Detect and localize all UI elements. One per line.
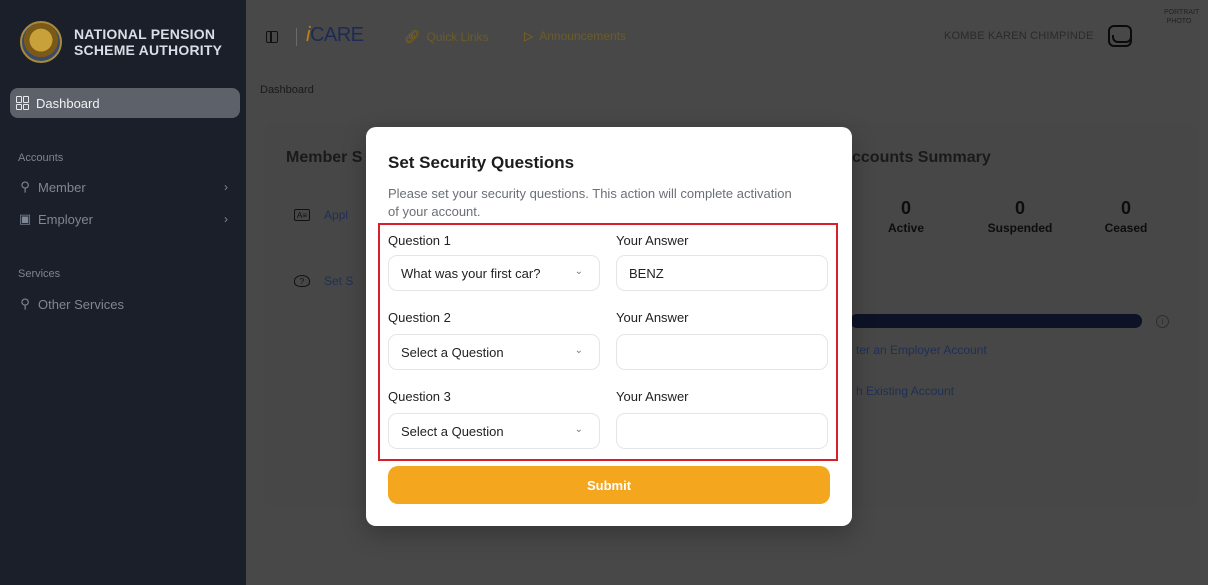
question-1-value: What was your first car?: [401, 265, 541, 281]
question-1-label: Question 1: [388, 233, 451, 248]
divider: [296, 28, 297, 46]
apply-service-item[interactable]: A≡ Appl: [294, 208, 348, 222]
question-2-label: Question 2: [388, 310, 451, 325]
id-card-icon: A≡: [294, 209, 310, 221]
register-employer-link[interactable]: ter an Employer Account: [856, 343, 987, 357]
sidebar-item-label: Employer: [38, 211, 93, 227]
sidebar-item-other-services[interactable]: ⚲ Other Services: [18, 294, 232, 314]
chevron-right-icon: ›: [224, 180, 228, 194]
submit-button[interactable]: Submit: [388, 466, 830, 504]
chevron-down-icon: ⌄: [574, 266, 583, 277]
sidebar-item-label: Other Services: [38, 296, 124, 312]
top-bar: iCARE 🔗︎ Quick Links ▷ Announcements KOM…: [246, 0, 1208, 76]
stat-active: 0 Active: [882, 198, 930, 235]
set-security-label: Set S: [324, 274, 354, 288]
apply-service-label: Appl: [324, 208, 349, 222]
stat-active-label: Active: [887, 221, 925, 235]
brand: NATIONAL PENSION SCHEME AUTHORITY: [10, 12, 236, 72]
brand-name: NATIONAL PENSION SCHEME AUTHORITY: [74, 26, 222, 58]
sidebar-item-label: Member: [38, 179, 86, 195]
answer-1-label: Your Answer: [616, 233, 689, 248]
avatar[interactable]: PORTRAIT PHOTO: [1164, 8, 1200, 26]
accounts-section-label: Accounts: [18, 152, 64, 164]
quick-links-link[interactable]: 🔗︎ Quick Links: [404, 29, 489, 45]
user-icon: ⚲: [20, 179, 30, 194]
npsa-logo: [20, 21, 62, 63]
services-section-label: Services: [18, 268, 61, 280]
chevron-down-icon: ⌄: [574, 345, 583, 356]
progress-bar: [850, 314, 1142, 328]
link-existing-account-link[interactable]: h Existing Account: [856, 384, 954, 398]
chevron-right-icon: ›: [224, 212, 228, 226]
quick-links-label: Quick Links: [426, 30, 489, 44]
answer-1-input[interactable]: BENZ: [616, 255, 828, 291]
app-logo: iCARE: [306, 24, 364, 47]
briefcase-icon: ▣: [18, 211, 32, 226]
sidebar-item-employer[interactable]: ▣ Employer ›: [18, 209, 232, 229]
modal-title: Set Security Questions: [388, 153, 575, 172]
answer-3-label: Your Answer: [616, 389, 689, 404]
stat-ceased-label: Ceased: [1104, 221, 1148, 235]
answer-2-input[interactable]: [616, 334, 828, 370]
info-icon[interactable]: i: [1156, 315, 1169, 328]
sidebar-toggle-icon[interactable]: [266, 31, 278, 43]
user-icon: ⚲: [20, 296, 30, 311]
member-services-title: Member S: [286, 149, 363, 166]
link-icon: 🔗︎: [404, 29, 421, 44]
megaphone-icon: ▷: [524, 29, 534, 43]
sidebar-item-member[interactable]: ⚲ Member ›: [18, 177, 232, 197]
stat-active-value: 0: [900, 198, 911, 218]
brand-line-2: SCHEME AUTHORITY: [74, 42, 223, 58]
announcements-label: Announcements: [539, 29, 626, 43]
inbox-icon[interactable]: [1108, 25, 1132, 47]
question-1-select[interactable]: What was your first car? ⌄: [388, 255, 600, 291]
accounts-summary-title: ccounts Summary: [852, 149, 991, 166]
stat-ceased: 0 Ceased: [1096, 198, 1156, 235]
question-2-select[interactable]: Select a Question ⌄: [388, 334, 600, 370]
avatar-placeholder-line-2: PHOTO: [1166, 18, 1192, 25]
modal-description: Please set your security questions. This…: [388, 186, 792, 219]
sidebar: NATIONAL PENSION SCHEME AUTHORITY Dashbo…: [0, 0, 246, 585]
sidebar-item-dashboard[interactable]: Dashboard: [10, 88, 240, 118]
question-3-label: Question 3: [388, 389, 451, 404]
app-logo-name: CARE: [309, 24, 364, 46]
user-name[interactable]: KOMBE KAREN CHIMPINDE: [944, 30, 1094, 42]
breadcrumb: Dashboard: [260, 84, 314, 96]
stat-suspended-label: Suspended: [987, 221, 1053, 235]
security-questions-modal: Set Security Questions Please set your s…: [366, 127, 852, 526]
question-2-value: Select a Question: [401, 344, 504, 360]
stat-ceased-value: 0: [1120, 198, 1131, 218]
stat-suspended-value: 0: [1014, 198, 1025, 218]
dashboard-grid-icon: [16, 96, 30, 110]
set-security-item[interactable]: ? Set S: [294, 274, 353, 288]
sidebar-item-label: Dashboard: [36, 95, 100, 111]
question-3-value: Select a Question: [401, 423, 504, 439]
chevron-down-icon: ⌄: [574, 424, 583, 435]
question-3-select[interactable]: Select a Question ⌄: [388, 413, 600, 449]
answer-3-input[interactable]: [616, 413, 828, 449]
avatar-placeholder-line-1: PORTRAIT: [1164, 9, 1200, 16]
answer-2-label: Your Answer: [616, 310, 689, 325]
announcements-link[interactable]: ▷ Announcements: [524, 29, 626, 43]
shield-question-icon: ?: [294, 275, 310, 287]
stat-suspended: 0 Suspended: [980, 198, 1060, 235]
brand-line-1: NATIONAL PENSION: [74, 26, 216, 42]
